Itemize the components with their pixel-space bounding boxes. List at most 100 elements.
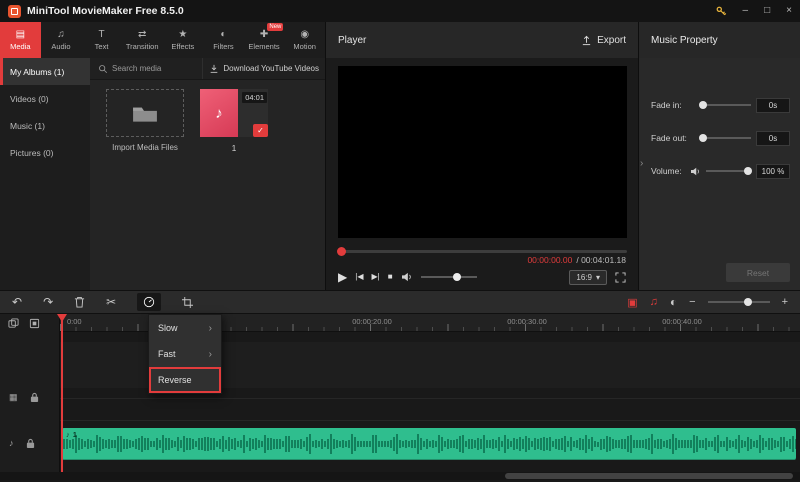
track-tools [0, 314, 59, 329]
sidebar-item-my-albums[interactable]: My Albums (1) [0, 58, 90, 85]
fade-in-label: Fade in: [651, 100, 695, 110]
tab-filters[interactable]: ◐ Filters [203, 22, 244, 58]
fade-in-knob[interactable] [699, 101, 707, 109]
timeline-zoom-slider[interactable] [708, 301, 770, 303]
tab-audio-label: Audio [51, 42, 70, 51]
previous-frame-button[interactable]: |◀ [355, 273, 363, 281]
lock-icon[interactable] [26, 438, 35, 449]
license-key-icon[interactable] [715, 5, 727, 17]
fullscreen-icon[interactable] [615, 272, 626, 283]
red-film-icon[interactable]: ▣ [627, 296, 637, 309]
media-clip-card[interactable]: ♪ 04:01 ✓ [200, 89, 268, 137]
motion-icon: ◉ [300, 30, 309, 40]
elements-icon: ✚ [260, 30, 268, 40]
tab-elements-label: Elements [248, 42, 279, 51]
tab-audio[interactable]: ♫ Audio [41, 22, 82, 58]
undo-button[interactable]: ↶ [12, 296, 22, 308]
tab-elements[interactable]: New ✚ Elements [244, 22, 285, 58]
tab-effects[interactable]: ★ Effects [163, 22, 204, 58]
redo-button[interactable]: ↷ [43, 296, 53, 308]
horizontal-scrollbar[interactable] [0, 472, 800, 480]
crop-button[interactable] [182, 297, 193, 308]
volume-knob[interactable] [453, 273, 461, 281]
sidebar-item-label: Videos (0) [10, 94, 49, 104]
timeline: ▦ ♪ 0:00 00:00:20.00 00:00:30.00 00:00:4… [0, 314, 800, 482]
new-badge: New [267, 23, 283, 31]
export-button[interactable]: Export [581, 35, 626, 46]
track-divider [60, 398, 800, 399]
sidebar-item-label: Pictures (0) [10, 148, 53, 158]
red-music-icon[interactable]: ♫ [650, 296, 658, 308]
maximize-button[interactable]: □ [764, 6, 770, 16]
import-media-label: Import Media Files [90, 143, 200, 152]
split-button[interactable]: ✂ [106, 296, 116, 308]
music-property-title: Music Property [651, 35, 718, 46]
video-preview[interactable] [338, 66, 627, 238]
zoom-out-button[interactable]: − [689, 296, 695, 308]
playhead[interactable] [61, 314, 63, 472]
fade-out-slider[interactable] [700, 137, 751, 139]
music-volume-knob[interactable] [744, 167, 752, 175]
seek-track[interactable] [338, 250, 627, 253]
audio-icon: ♫ [57, 30, 65, 40]
tab-media[interactable]: ▤ Media [0, 22, 41, 58]
speaker-icon[interactable] [401, 272, 413, 282]
tab-motion[interactable]: ◉ Motion [284, 22, 325, 58]
play-button[interactable]: ▶ [338, 271, 347, 283]
video-track-icon[interactable]: ▦ [9, 393, 18, 402]
sidebar-item-music[interactable]: Music (1) [0, 112, 90, 139]
delete-button[interactable] [74, 296, 85, 308]
search-placeholder: Search media [112, 64, 161, 73]
stacked-squares-icon-2[interactable] [29, 318, 40, 329]
minimize-button[interactable]: – [743, 6, 749, 16]
volume-slider[interactable] [421, 276, 477, 278]
tab-transition[interactable]: ⇄ Transition [122, 22, 163, 58]
sidebar-item-pictures[interactable]: Pictures (0) [0, 139, 90, 166]
window-controls: – □ × [715, 5, 792, 17]
tab-text[interactable]: T Text [81, 22, 122, 58]
audio-waveform [62, 428, 796, 460]
sidebar-item-videos[interactable]: Videos (0) [0, 85, 90, 112]
next-frame-button[interactable]: ▶| [371, 273, 379, 281]
fade-in-value[interactable]: 0s [756, 98, 790, 113]
player-panel: 00:00:00.00 / 00:04:01.18 ▶ |◀ ▶| ■ 16:9… [325, 58, 638, 290]
fade-out-row: Fade out: 0s [651, 131, 790, 145]
timeline-zoom-knob[interactable] [744, 298, 752, 306]
stacked-squares-icon-1[interactable] [8, 318, 19, 329]
text-icon: T [99, 30, 105, 40]
contrast-icon[interactable]: ◐ [670, 296, 677, 308]
volume-value[interactable]: 100 % [756, 164, 790, 179]
seek-handle[interactable] [337, 247, 346, 256]
zoom-in-button[interactable]: + [782, 296, 788, 308]
menu-item-fast[interactable]: Fast › [149, 341, 221, 367]
filters-icon: ◐ [220, 30, 226, 40]
aspect-ratio-dropdown[interactable]: 16:9 ▾ [569, 270, 607, 285]
current-time: 00:00:00.00 [527, 255, 572, 265]
lock-icon[interactable] [30, 392, 39, 403]
import-media-button[interactable] [106, 89, 184, 137]
submenu-arrow-icon: › [209, 323, 212, 334]
search-icon [98, 64, 108, 74]
fade-out-knob[interactable] [699, 134, 707, 142]
search-input[interactable]: Search media [90, 64, 202, 74]
fade-out-value[interactable]: 0s [756, 131, 790, 146]
download-youtube-link[interactable]: Download YouTube Videos [202, 58, 325, 79]
chevron-down-icon: ▾ [596, 273, 600, 282]
music-note-icon: ♪ [66, 430, 70, 439]
toolbar-right-group: ▣ ♫ ◐ − + [627, 296, 788, 309]
stop-button[interactable]: ■ [388, 273, 393, 281]
audio-track-icon[interactable]: ♪ [9, 439, 14, 448]
ruler-label: 00:00:40.00 [662, 317, 702, 326]
music-volume-slider[interactable] [706, 170, 751, 172]
media-content: Import Media Files ♪ 04:01 ✓ 1 [90, 81, 325, 290]
fade-in-slider[interactable] [700, 104, 751, 106]
collapse-panel-icon[interactable]: › [640, 158, 643, 169]
menu-item-slow[interactable]: Slow › [149, 315, 221, 341]
reset-button[interactable]: Reset [726, 263, 790, 282]
menu-item-reverse[interactable]: Reverse [149, 367, 221, 393]
audio-clip[interactable]: ♪ 1 [62, 428, 796, 460]
close-button[interactable]: × [786, 6, 792, 16]
speed-button[interactable] [137, 293, 161, 311]
ruler-start-label: 0:00 [67, 317, 82, 326]
scrollbar-handle[interactable] [505, 473, 793, 479]
